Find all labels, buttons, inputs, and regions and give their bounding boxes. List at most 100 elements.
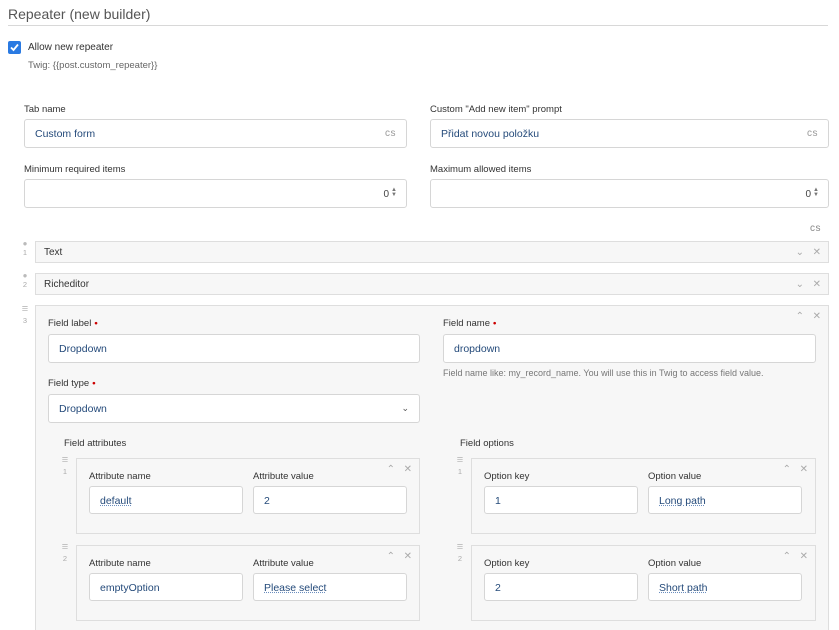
remove-icon[interactable]: ✕ [813,247,821,258]
field-name-help: Field name like: my_record_name. You wil… [443,368,764,378]
field-type-select[interactable]: Dropdown ⌄ [48,394,420,423]
collapse-icon[interactable]: ⌃ [783,464,791,475]
collapse-icon[interactable]: ⌃ [387,551,395,562]
collapse-icon[interactable]: ⌃ [796,311,804,322]
required-mark: • [493,318,497,329]
drag-dot-icon[interactable]: ● [20,271,30,280]
drag-handle[interactable]: ● 1 [20,239,30,257]
language-switch[interactable]: cs [810,223,821,234]
attribute-name-input[interactable]: default [89,486,243,514]
attribute-name-value: default [100,495,132,507]
field-type-text: Field type [48,378,90,389]
field-label-input[interactable]: Dropdown [48,334,420,363]
option-value-label: Option value [648,471,702,482]
row-index: 1 [62,467,68,476]
remove-icon[interactable]: ✕ [404,551,412,562]
option-key-label: Option key [484,558,530,569]
collapse-icon[interactable]: ⌃ [387,464,395,475]
lang-badge[interactable]: cs [807,128,818,139]
option-value-value: Short path [659,582,708,594]
drag-handle[interactable]: ≡ 3 [19,304,31,326]
drag-lines-icon[interactable]: ≡ [59,542,71,553]
remove-icon[interactable]: ✕ [800,464,808,475]
attribute-name-label: Attribute name [89,471,151,482]
item-title: Richeditor [44,279,90,290]
add-prompt-value: Přidat novou položku [441,128,540,140]
option-value-input[interactable]: Long path [648,486,802,514]
remove-icon[interactable]: ✕ [813,279,821,290]
collapse-icon[interactable]: ⌃ [783,551,791,562]
min-items-value: 0 [383,189,389,200]
max-items-input[interactable]: 0 ▲ ▼ [430,179,829,208]
max-items-stepper[interactable]: 0 ▲ ▼ [805,187,819,200]
field-options-title: Field options [460,438,514,449]
option-key-value: 1 [495,495,501,507]
repeater-item-richeditor[interactable]: Richeditor ⌄ ✕ [35,273,829,295]
attribute-value-value: 2 [264,495,270,507]
repeater-item-text[interactable]: Text ⌄ ✕ [35,241,829,263]
allow-repeater-label: Allow new repeater [28,42,114,53]
option-key-value: 2 [495,582,501,594]
option-value-value: Long path [659,495,706,507]
chevron-down-icon[interactable]: ⌄ [401,403,409,414]
field-name-label: Field name • [443,318,496,329]
min-items-label: Minimum required items [24,164,126,175]
field-label-text: Field label [48,318,92,329]
option-value-label: Option value [648,558,702,569]
option-key-input[interactable]: 2 [484,573,638,601]
option-key-input[interactable]: 1 [484,486,638,514]
option-value-input[interactable]: Short path [648,573,802,601]
section-divider [8,25,828,26]
item-index: 1 [22,248,28,257]
expand-icon[interactable]: ⌄ [796,247,804,258]
field-name-input[interactable]: dropdown [443,334,816,363]
lang-badge[interactable]: cs [385,128,396,139]
required-mark: • [94,318,98,329]
field-type-label: Field type • [48,378,96,389]
row-index: 2 [62,554,68,563]
drag-handle[interactable]: ● 2 [20,271,30,289]
section-title: Repeater (new builder) [8,6,151,22]
attribute-value-label: Attribute value [253,558,314,569]
attribute-value-value: Please select [264,582,327,594]
drag-dot-icon[interactable]: ● [20,239,30,248]
check-icon [10,43,19,52]
field-type-value: Dropdown [59,403,107,415]
drag-lines-icon[interactable]: ≡ [59,455,71,466]
expand-icon[interactable]: ⌄ [796,279,804,290]
item-index: 2 [22,280,28,289]
remove-icon[interactable]: ✕ [404,464,412,475]
attribute-value-input[interactable]: 2 [253,486,407,514]
drag-handle[interactable]: ≡ 1 [454,455,466,477]
tab-name-label: Tab name [24,104,66,115]
item-title: Text [44,247,63,258]
tab-name-input[interactable]: Custom form cs [24,119,407,148]
field-label-value: Dropdown [59,343,107,355]
drag-handle[interactable]: ≡ 2 [454,542,466,564]
remove-icon[interactable]: ✕ [813,311,821,322]
drag-lines-icon[interactable]: ≡ [454,455,466,466]
min-items-input[interactable]: 0 ▲ ▼ [24,179,407,208]
remove-icon[interactable]: ✕ [800,551,808,562]
stepper-arrows-icon[interactable]: ▲ ▼ [391,187,397,198]
add-prompt-input[interactable]: Přidat novou položku cs [430,119,829,148]
attribute-name-value: emptyOption [100,582,160,594]
option-key-label: Option key [484,471,530,482]
max-items-value: 0 [805,189,811,200]
drag-handle[interactable]: ≡ 2 [59,542,71,564]
attribute-value-input[interactable]: Please select [253,573,407,601]
drag-handle[interactable]: ≡ 1 [59,455,71,477]
row-index: 2 [457,554,463,563]
twig-hint: Twig: {{post.custom_repeater}} [28,60,158,71]
attribute-name-input[interactable]: emptyOption [89,573,243,601]
stepper-arrows-icon[interactable]: ▲ ▼ [813,187,819,198]
drag-lines-icon[interactable]: ≡ [19,304,31,315]
row-index: 1 [457,467,463,476]
attribute-value-label: Attribute value [253,471,314,482]
allow-repeater-checkbox[interactable] [8,41,21,54]
field-attributes-title: Field attributes [64,438,127,449]
field-label-label: Field label • [48,318,98,329]
drag-lines-icon[interactable]: ≡ [454,542,466,553]
attribute-name-label: Attribute name [89,558,151,569]
min-items-stepper[interactable]: 0 ▲ ▼ [383,187,397,200]
